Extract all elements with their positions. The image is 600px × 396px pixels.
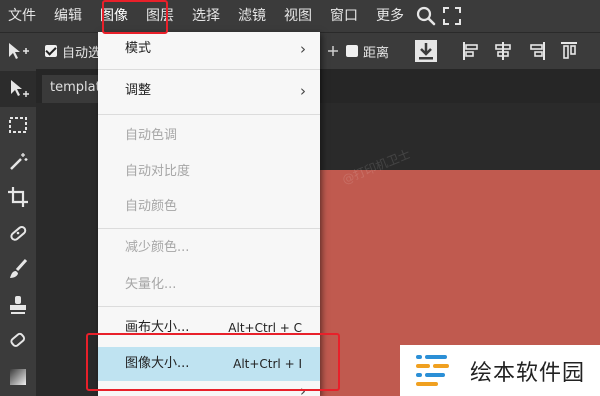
menu-item-label: 矢量化... xyxy=(125,277,177,292)
move-tool-icon[interactable] xyxy=(0,71,36,107)
chevron-right-icon: › xyxy=(300,82,306,100)
menu-edit[interactable]: 编辑 xyxy=(45,0,91,32)
align-right-icon[interactable] xyxy=(528,33,546,69)
crop-tool-icon[interactable] xyxy=(0,179,36,215)
tools-panel xyxy=(0,69,36,396)
stamp-tool-icon[interactable] xyxy=(0,287,36,323)
menu-item-label: 自动对比度 xyxy=(125,164,191,179)
menu-bar: 文件 编辑 图像 图层 选择 滤镜 视图 窗口 更多 xyxy=(0,0,600,32)
menu-divider xyxy=(98,306,320,307)
menu-item-label: 减少颜色... xyxy=(125,240,190,255)
menu-item-label: 自动色调 xyxy=(125,128,178,143)
menu-item-auto-contrast: 自动对比度 xyxy=(98,155,320,189)
annotation-box-image-menu xyxy=(102,0,168,34)
gradient-tool-icon[interactable] xyxy=(0,359,36,395)
distance-option[interactable]: 距离 xyxy=(346,33,389,69)
brand-badge: 绘本软件园 xyxy=(400,345,600,396)
menu-item-label: 模式 xyxy=(125,41,152,56)
menu-item-mode[interactable]: 模式 › xyxy=(98,32,320,66)
menu-file[interactable]: 文件 xyxy=(0,0,45,32)
menu-item-auto-tone: 自动色调 xyxy=(98,119,320,153)
move-tool-icon[interactable] xyxy=(6,33,30,69)
auto-select-option[interactable]: 自动选 xyxy=(45,33,101,69)
menu-item-label: 调整 xyxy=(125,83,152,98)
align-center-icon[interactable] xyxy=(494,33,512,69)
fullscreen-icon[interactable] xyxy=(439,0,465,32)
magic-wand-icon[interactable] xyxy=(0,143,36,179)
menu-filter[interactable]: 滤镜 xyxy=(229,0,275,32)
menu-item-adjustments[interactable]: 调整 › xyxy=(98,74,320,108)
healing-brush-icon[interactable] xyxy=(0,215,36,251)
distance-checkbox[interactable] xyxy=(346,45,358,57)
search-icon[interactable] xyxy=(413,0,439,32)
menu-view[interactable]: 视图 xyxy=(275,0,321,32)
menu-divider xyxy=(98,69,320,70)
brush-tool-icon[interactable] xyxy=(0,251,36,287)
menu-item-reduce-colors: 减少颜色... xyxy=(98,231,320,265)
align-left-icon[interactable] xyxy=(462,33,480,69)
align-top-icon[interactable] xyxy=(560,33,578,69)
menu-item-auto-color: 自动颜色 xyxy=(98,190,320,224)
menu-divider xyxy=(98,114,320,115)
transform-icon[interactable] xyxy=(326,33,340,69)
annotation-box-image-size xyxy=(86,333,340,391)
distance-label: 距离 xyxy=(363,45,390,61)
menu-more[interactable]: 更多 xyxy=(367,0,413,32)
menu-window[interactable]: 窗口 xyxy=(321,0,367,32)
menu-divider xyxy=(98,228,320,229)
brand-logo-icon xyxy=(416,354,449,386)
auto-select-checkbox[interactable] xyxy=(45,45,57,57)
auto-select-label: 自动选 xyxy=(62,45,102,61)
eraser-tool-icon[interactable] xyxy=(0,323,36,359)
brand-name: 绘本软件园 xyxy=(470,360,586,386)
menu-item-vectorize: 矢量化... xyxy=(98,268,320,302)
menu-select[interactable]: 选择 xyxy=(183,0,229,32)
chevron-right-icon: › xyxy=(300,40,306,58)
marquee-tool-icon[interactable] xyxy=(0,107,36,143)
download-icon[interactable] xyxy=(414,33,438,69)
menu-item-label: 自动颜色 xyxy=(125,199,178,214)
